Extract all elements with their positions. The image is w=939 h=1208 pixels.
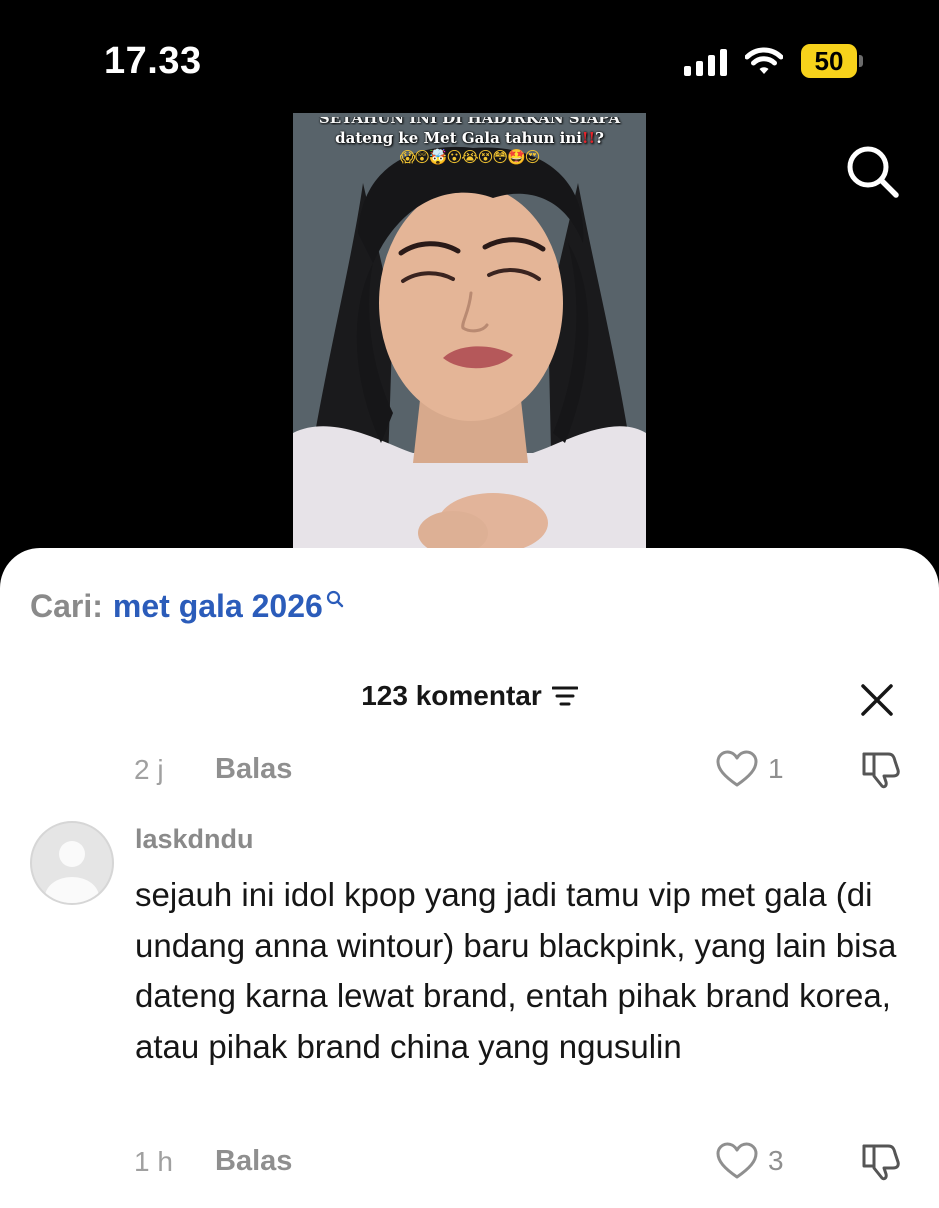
search-term-link[interactable]: met gala 2026 — [113, 588, 323, 625]
status-time: 17.33 — [104, 40, 202, 82]
comments-count-title: 123 komentar — [361, 680, 542, 711]
cellular-signal-icon — [684, 46, 727, 76]
comment-actions: 1 h Balas 3 — [0, 1140, 939, 1184]
heart-icon — [716, 750, 758, 787]
reply-button[interactable]: Balas — [215, 1145, 292, 1178]
wifi-icon — [745, 47, 783, 74]
battery-indicator: 50 — [801, 44, 863, 78]
sort-icon[interactable] — [551, 685, 578, 707]
search-prefix: Cari: — [30, 588, 103, 624]
comment-time: 1 h — [134, 1146, 173, 1177]
video-caption: SETAHUN INI DI HADIRKAN SIAPA dateng ke … — [293, 117, 646, 147]
battery-level: 50 — [801, 44, 857, 78]
video-frame-illustration — [293, 113, 646, 550]
heart-icon — [716, 1142, 758, 1179]
comments-sheet: Cari: met gala 2026 123 komentar 2 j Bal… — [0, 548, 939, 1208]
like-button[interactable]: 3 — [716, 1142, 784, 1180]
comment-username[interactable]: laskdndu — [135, 824, 254, 855]
status-icons: 50 — [684, 44, 863, 78]
default-avatar-icon[interactable] — [30, 821, 114, 905]
close-icon[interactable] — [859, 682, 895, 718]
video-caption-text: dateng ke Met Gala tahun ini — [335, 129, 582, 147]
like-count: 3 — [768, 1145, 784, 1176]
search-icon — [326, 590, 344, 608]
search-suggestion[interactable]: Cari: met gala 2026 — [30, 588, 344, 625]
comment-text: sejauh ini idol kpop yang jadi tamu vip … — [135, 876, 897, 1065]
thumbs-down-icon[interactable] — [860, 750, 902, 790]
previous-comment-actions: 2 j Balas 1 — [0, 748, 939, 792]
reply-button[interactable]: Balas — [215, 753, 292, 786]
battery-tip — [859, 55, 863, 67]
search-icon[interactable] — [844, 143, 900, 199]
video-caption-exclaim: !! — [581, 129, 596, 147]
thumbs-down-icon[interactable] — [860, 1142, 902, 1182]
comment-time: 2 j — [134, 754, 164, 785]
avatar-silhouette — [45, 841, 99, 903]
like-button[interactable]: 1 — [716, 750, 784, 788]
video-caption-line2: dateng ke Met Gala tahun ini!!? — [293, 129, 646, 147]
like-count: 1 — [768, 753, 784, 784]
comments-header: 123 komentar — [0, 680, 939, 712]
video-caption-line1: SETAHUN INI DI HADIRKAN SIAPA — [293, 117, 646, 125]
video-preview[interactable]: SETAHUN INI DI HADIRKAN SIAPA dateng ke … — [293, 113, 646, 550]
video-emojis: 😱😲🤯😮😭😵😳🤩😍 — [399, 148, 541, 166]
video-caption-question: ? — [595, 129, 604, 147]
